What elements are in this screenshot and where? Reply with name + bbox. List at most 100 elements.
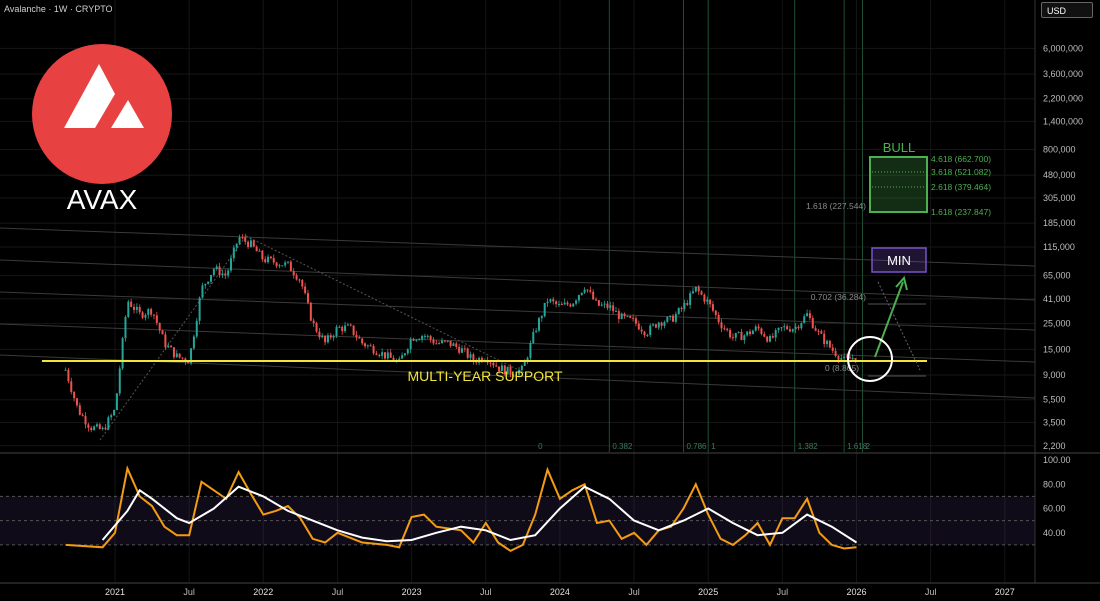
candle-body [121,338,124,369]
candle-body [751,330,754,335]
candle-body [386,352,389,359]
y-tick-label: 2,200 [1043,441,1066,451]
candle-body [212,269,215,275]
x-tick-label: Jul [925,587,937,597]
y-tick-label: 2,200,000 [1043,94,1083,104]
candle-body [309,302,312,321]
candle-body [814,328,817,331]
currency-selector[interactable]: USD [1041,2,1093,18]
bull-level-label: 3.618 (521.082) [931,167,991,177]
candle-body [680,307,683,309]
candle-body [415,339,418,341]
candle-body [210,274,213,282]
y-tick-label: 25,000 [1043,319,1071,329]
candle-body [452,343,455,346]
candle-body [289,261,292,272]
candle-body [458,346,461,353]
candle-body [609,305,612,308]
candle-body [563,302,566,305]
candle-body [423,335,426,337]
candle-body [127,301,130,317]
candle-body [204,283,207,286]
candle-body [723,328,726,330]
candle-body [729,329,732,338]
candle-body [332,335,335,338]
candle-body [529,342,532,358]
candle-body [195,320,198,337]
fib-label: 0.702 (36.284) [811,292,866,302]
candle-body [575,300,578,304]
candle-body [672,315,675,322]
candle-body [175,353,178,358]
candle-body [93,426,96,431]
candle-body [463,348,466,350]
candle-body [426,335,429,337]
candle-body [75,398,78,406]
candle-body [235,243,238,248]
candle-body [421,336,424,340]
candle-body [398,358,401,361]
time-fib-label: 0.786 [686,442,707,451]
y-tick-label: 1,400,000 [1043,116,1083,126]
candle-body [221,273,224,276]
candle-body [207,281,210,284]
annotations: MULTI-YEAR SUPPORT 0.702 (36.284) 1.618 (2… [42,140,991,384]
candle-body [535,330,538,332]
candle-body [104,427,107,430]
candle-body [546,301,549,303]
candle-body [284,262,287,266]
candle-body [657,322,660,328]
candle-body [466,348,469,358]
candle-body [150,309,153,315]
candle-body [383,352,386,359]
candle-body [543,302,546,317]
candle-body [555,301,558,305]
time-fib-label: 0 [538,442,543,451]
candle-body [375,353,378,355]
rsi-tick-label: 100.00 [1043,455,1071,465]
candle-body [438,343,441,345]
candle-body [820,331,823,334]
candle-body [344,325,347,332]
candle-body [826,340,829,345]
candle-body [689,293,692,305]
candle-body [446,340,449,342]
symbol-title: Avalanche · 1W · CRYPTO [4,4,113,14]
candle-body [441,340,444,344]
candle-body [73,392,76,399]
candle-body [87,424,90,428]
candle-body [227,270,230,276]
bull-level-label: 4.618 (662.700) [931,154,991,164]
candle-body [828,340,831,348]
candle-body [469,354,472,358]
candle-body [840,358,843,360]
candle-body [401,355,404,359]
candle-body [187,361,190,364]
candle-body [155,315,158,323]
candle-body [238,237,241,244]
y-tick-label: 3,600,000 [1043,69,1083,79]
candle-body [740,331,743,341]
candle-body [560,303,563,305]
candle-body [754,326,757,331]
candle-body [361,338,364,344]
candle-body [258,250,261,252]
candle-body [418,339,421,341]
candle-body [90,427,93,431]
candle-body [843,356,846,359]
candle-body [831,347,834,351]
candle-body [144,314,147,318]
candle-body [412,339,415,341]
candle-body [381,352,384,356]
candle-body [178,353,181,358]
candle-body [572,303,575,307]
candle-body [549,299,552,302]
candle-body [606,303,609,308]
x-tick-label: 2027 [995,587,1015,597]
candle-body [135,306,138,310]
candle-body [663,322,666,326]
y-tick-label: 3,500 [1043,417,1066,427]
candle-body [666,317,669,323]
x-tick-label: Jul [777,587,789,597]
candle-body [823,333,826,345]
